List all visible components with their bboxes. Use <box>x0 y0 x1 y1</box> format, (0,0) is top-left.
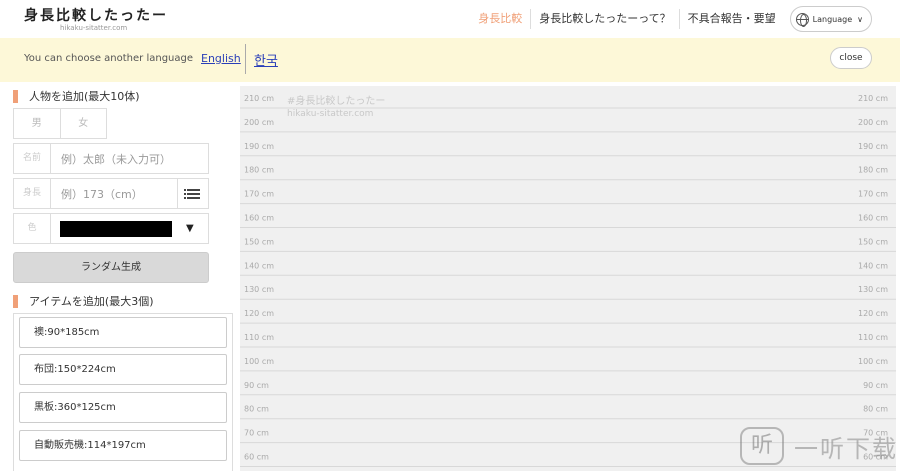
banner-divider <box>245 44 246 74</box>
item-blackboard[interactable]: 黒板:360*125cm <box>19 392 227 423</box>
scale-label-right: 180 cm <box>858 166 888 175</box>
logo-title: 身長比較したったー <box>24 8 168 24</box>
scale-label-left: 200 cm <box>244 118 274 127</box>
scale-label-right: 80 cm <box>863 405 888 414</box>
scale-label-left: 130 cm <box>244 285 274 294</box>
korean-link[interactable]: 한국 <box>254 50 278 69</box>
english-link[interactable]: English <box>201 52 241 65</box>
scale-label-left: 70 cm <box>244 429 269 438</box>
scale-label-left: 210 cm <box>244 94 274 103</box>
chart-watermark-url: hikaku-sitatter.com <box>287 109 374 119</box>
item-vending-machine[interactable]: 自動販売機:114*197cm <box>19 430 227 461</box>
color-label: 色 <box>14 214 51 243</box>
list-icon[interactable] <box>177 179 208 208</box>
color-field[interactable]: 色 ▼ <box>13 213 209 244</box>
scale-label-right: 160 cm <box>858 214 888 223</box>
scale-label-left: 170 cm <box>244 190 274 199</box>
add-person-title: 人物を追加(最大10体) <box>13 90 140 103</box>
scale-label-left: 140 cm <box>244 261 274 270</box>
scale-label-right: 200 cm <box>858 118 888 127</box>
scale-label-right: 150 cm <box>858 237 888 246</box>
nav-report[interactable]: 不具合報告・要望 <box>680 9 784 29</box>
name-input[interactable]: 例）太郎（未入力可） <box>51 151 208 167</box>
language-label: Language <box>812 14 853 24</box>
nav-about[interactable]: 身長比較したったーって？ <box>531 9 680 29</box>
chevron-down-icon: ∨ <box>857 14 863 24</box>
scale-label-right: 170 cm <box>858 190 888 199</box>
caret-down-icon[interactable]: ▼ <box>186 223 194 234</box>
logo-subtitle: hikaku-sitatter.com <box>60 24 128 32</box>
gender-female-button[interactable]: 女 <box>59 109 107 138</box>
top-header: 身長比較したったー hikaku-sitatter.com 身長比較 身長比較し… <box>0 0 900 38</box>
color-swatch[interactable] <box>60 220 172 237</box>
corner-watermark: 听 一听下载 <box>740 427 898 465</box>
scale-label-right: 190 cm <box>858 142 888 151</box>
scale-label-left: 60 cm <box>244 453 269 462</box>
scale-label-right: 140 cm <box>858 261 888 270</box>
name-field[interactable]: 名前 例）太郎（未入力可） <box>13 143 209 174</box>
banner-message: You can choose another language <box>24 53 194 64</box>
scale-label-right: 90 cm <box>863 381 888 390</box>
corner-text: 一听下载 <box>794 434 898 463</box>
gender-male-button[interactable]: 男 <box>14 109 60 138</box>
scale-label-left: 90 cm <box>244 381 269 390</box>
scale-label-left: 80 cm <box>244 405 269 414</box>
scale-label-right: 110 cm <box>858 333 888 342</box>
scale-label-left: 180 cm <box>244 166 274 175</box>
main-nav: 身長比較 身長比較したったーって？ 不具合報告・要望 Language ∨ <box>470 5 872 33</box>
language-button[interactable]: Language ∨ <box>789 6 872 32</box>
height-label: 身長 <box>14 179 51 208</box>
globe-icon <box>795 12 809 27</box>
close-banner-button[interactable]: close <box>830 47 872 69</box>
item-futon[interactable]: 布団:150*224cm <box>19 354 227 385</box>
height-field[interactable]: 身長 例）173（cm） <box>13 178 209 209</box>
scale-label-left: 120 cm <box>244 309 274 318</box>
item-list: 襖:90*185cm 布団:150*224cm 黒板:360*125cm 自動販… <box>13 313 233 471</box>
corner-logo: 听 <box>740 427 784 465</box>
height-chart: 210 cm 210 cm 200 cm 200 cm 190 cm 190 cm 180 … <box>240 86 896 471</box>
random-generate-button[interactable]: ランダム生成 <box>13 252 209 283</box>
scale-label-left: 100 cm <box>244 357 274 366</box>
nav-height-compare[interactable]: 身長比較 <box>470 9 532 29</box>
language-banner: You can choose another language English … <box>0 38 900 82</box>
height-input[interactable]: 例）173（cm） <box>51 186 177 202</box>
chart-watermark-title: #身長比較したったー <box>287 96 386 107</box>
scale-label-right: 100 cm <box>858 357 888 366</box>
scale-label-right: 120 cm <box>858 309 888 318</box>
height-scale: 210 cm 210 cm 200 cm 200 cm 190 cm 190 cm 180 … <box>240 94 896 467</box>
name-label: 名前 <box>14 144 51 173</box>
chart-watermark: #身長比較したったー hikaku-sitatter.com <box>287 96 385 120</box>
scale-label-right: 130 cm <box>858 285 888 294</box>
gender-toggle: 男 女 <box>13 108 107 139</box>
sidebar-panel: 人物を追加(最大10体) 男 女 名前 例）太郎（未入力可） 身長 例）173（… <box>0 82 240 471</box>
scale-label-left: 110 cm <box>244 333 274 342</box>
scale-label-left: 150 cm <box>244 237 274 246</box>
add-item-title: アイテムを追加(最大3個) <box>13 295 153 308</box>
scale-label-right: 210 cm <box>858 94 888 103</box>
scale-label-left: 190 cm <box>244 142 274 151</box>
site-logo[interactable]: 身長比較したったー hikaku-sitatter.com <box>24 5 168 32</box>
scale-label-left: 160 cm <box>244 214 274 223</box>
item-fusuma[interactable]: 襖:90*185cm <box>19 317 227 348</box>
